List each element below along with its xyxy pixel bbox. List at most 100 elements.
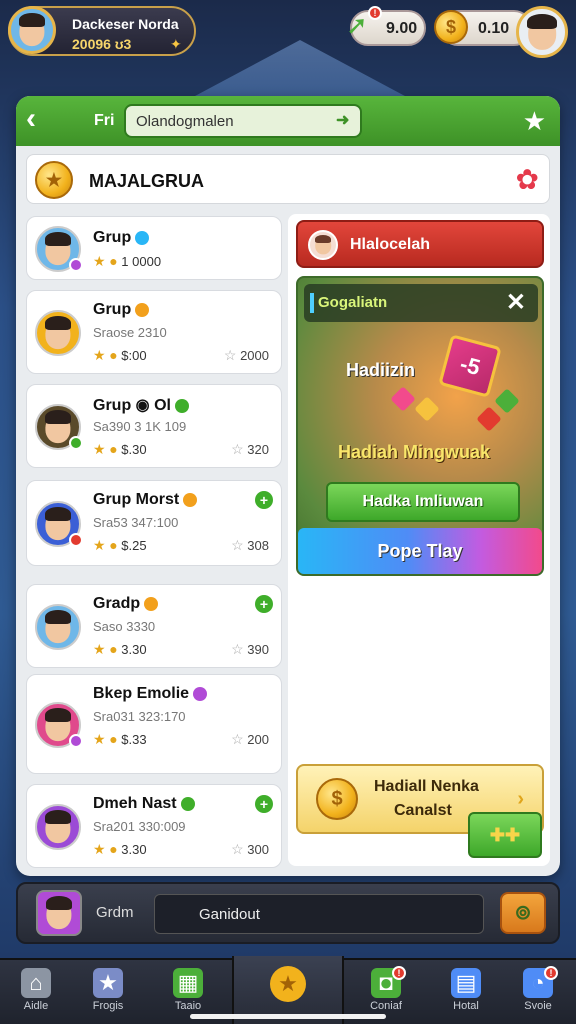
nav-label: Frogis: [92, 1000, 124, 1012]
group-score-value: 300: [247, 842, 269, 857]
search-icon[interactable]: ➜: [336, 110, 349, 130]
group-subtitle: Sra201 330:009: [93, 819, 186, 834]
coin-small-icon: ●: [109, 731, 118, 747]
profile-pill[interactable]: Dackeser Norda 20096 ʊ3 ✦: [8, 6, 196, 56]
nav-label: Hotal: [453, 1000, 479, 1012]
add-group-button[interactable]: ✚✚: [468, 812, 542, 858]
star-icon: ★: [93, 347, 106, 363]
promo-card: Gogaliatn ✕ Hadiizin -5 Hadiah Mingwuak …: [296, 276, 544, 576]
main-panel: ‹ Fri ➜ ★ ★ MAJALGRUA ✿ Grup ★ ● 1 0000 Gr…: [16, 96, 560, 876]
calendar-icon: ▦: [173, 968, 203, 998]
group-name: Grup Morst: [93, 491, 198, 509]
reward-subtitle: Canalst: [394, 802, 452, 819]
section-bar: ★ MAJALGRUA ✿: [26, 154, 550, 204]
add-icon[interactable]: +: [255, 795, 273, 813]
group-stats: ★ ● $.30: [93, 441, 147, 458]
group-stats-value: 3.30: [121, 642, 147, 657]
promo-subtitle: Hadiah Mingwuak: [338, 442, 491, 462]
right-column: Hlalocelah Gogaliatn ✕ Hadiizin -5 Hadia…: [288, 214, 550, 866]
profile-avatar[interactable]: [8, 6, 56, 54]
group-score: ☆ 300: [231, 841, 269, 858]
group-score-value: 200: [247, 732, 269, 747]
group-avatar: [35, 604, 81, 650]
group-stats-value: 1 0000: [121, 254, 162, 269]
nav-item[interactable]: ▤ Hotal: [430, 960, 502, 1024]
group-name-text: Grup: [93, 229, 132, 246]
search-send-icon[interactable]: ⊚: [500, 892, 546, 934]
coin-icon: ★: [270, 966, 306, 1002]
promo-title: Hadiizin: [346, 360, 416, 380]
chat-label: Grdm: [96, 904, 134, 921]
group-score-value: 2000: [240, 348, 269, 363]
coin-small-icon: ●: [109, 347, 118, 363]
gems-value: 9.00: [386, 20, 418, 37]
add-icon[interactable]: +: [255, 491, 273, 509]
chat-bar: Grdm ⊚: [16, 882, 560, 944]
group-card[interactable]: Grup Morst Sra53 347:100 ★ ● $.25 ☆ 308 +: [26, 480, 282, 566]
group-score-value: 320: [247, 442, 269, 457]
group-score: ☆ 390: [231, 641, 269, 658]
star-outline-icon: ☆: [231, 731, 244, 747]
avatar-badge-icon: [69, 258, 83, 272]
group-stats-value: 3.30: [121, 842, 147, 857]
star-icon: ★: [93, 537, 106, 553]
nav-label: Svoie: [524, 1000, 552, 1012]
nav-badge: !: [392, 966, 406, 980]
add-icon[interactable]: +: [255, 595, 273, 613]
group-name-text: Dmeh Nast: [93, 795, 177, 812]
close-icon[interactable]: ✕: [506, 288, 526, 317]
star-icon: ★: [93, 841, 106, 857]
group-card[interactable]: Gradp Saso 3330 ★ ● 3.30 ☆ 390 +: [26, 584, 282, 668]
gem-icon: [414, 396, 440, 422]
nav-label: Aidle: [23, 1000, 49, 1012]
nav-item[interactable]: ⌂ Aidle: [0, 960, 72, 1024]
chat-input[interactable]: [154, 894, 484, 934]
group-stats: ★ ● 3.30: [93, 841, 147, 858]
rocket-icon: ➚: [346, 10, 368, 40]
coin-small-icon: ●: [109, 537, 118, 553]
group-stats-value: $:00: [121, 348, 147, 363]
group-stats-value: $.25: [121, 538, 147, 553]
search-input[interactable]: [124, 104, 362, 138]
gems-pill[interactable]: ➚ ! 9.00: [346, 6, 426, 46]
hlalocelah-button[interactable]: Hlalocelah: [296, 220, 544, 268]
gift-icon: ✦: [170, 36, 182, 52]
flower-icon[interactable]: ✿: [516, 163, 539, 196]
star-icon: ★: [93, 253, 106, 269]
profile-name: Dackeser Norda: [72, 16, 179, 32]
group-name-text: Grup ◉ Ol: [93, 397, 171, 414]
group-card[interactable]: Bkep Emolie Sra031 323:170 ★ ● $.33 ☆ 200: [26, 674, 282, 774]
group-subtitle: Sa390 3 1K 109: [93, 419, 187, 434]
home-indicator: [190, 1014, 386, 1019]
claim-button[interactable]: Hadka Imliuwan: [326, 482, 520, 522]
chat-avatar[interactable]: [36, 890, 82, 936]
group-name-text: Gradp: [93, 595, 141, 612]
star-icon: ★: [93, 968, 123, 998]
status-dot-icon: [135, 230, 150, 245]
nav-item[interactable]: ◔! Svoie: [502, 960, 574, 1024]
gift-box-icon: -5: [438, 334, 502, 398]
section-title: MAJALGRUA: [89, 171, 204, 191]
group-card[interactable]: Dmeh Nast Sra201 330:009 ★ ● 3.30 ☆ 300 +: [26, 784, 282, 868]
group-card[interactable]: Grup ★ ● 1 0000: [26, 216, 282, 280]
group-score: ☆ 2000: [224, 347, 269, 364]
group-name-text: Grup: [93, 301, 132, 318]
group-name: Grup: [93, 301, 150, 319]
nav-badge: !: [544, 966, 558, 980]
group-card[interactable]: Grup ◉ Ol Sa390 3 1K 109 ★ ● $.30 ☆ 320: [26, 384, 282, 468]
play-button[interactable]: Pope Tlay: [298, 528, 542, 574]
favorite-star-icon[interactable]: ★: [523, 106, 546, 137]
top-bar: Dackeser Norda 20096 ʊ3 ✦ ➚ ! 9.00 $ 0.1…: [0, 0, 576, 70]
group-name-text: Bkep Emolie: [93, 685, 190, 702]
group-card[interactable]: Grup Sraose 2310 ★ ● $:00 ☆ 2000: [26, 290, 282, 374]
star-icon: ★: [93, 441, 106, 457]
star-outline-icon: ☆: [231, 537, 244, 553]
panel-header: ‹ Fri ➜ ★: [16, 96, 560, 146]
nav-item[interactable]: ★ Frogis: [72, 960, 144, 1024]
promo-header: Gogaliatn ✕: [304, 284, 538, 322]
status-dot-icon: [183, 492, 198, 507]
back-arrow-icon[interactable]: ‹: [26, 102, 66, 140]
group-name: Gradp: [93, 595, 159, 613]
settings-avatar[interactable]: [516, 6, 568, 58]
gem-icon: [390, 386, 416, 412]
